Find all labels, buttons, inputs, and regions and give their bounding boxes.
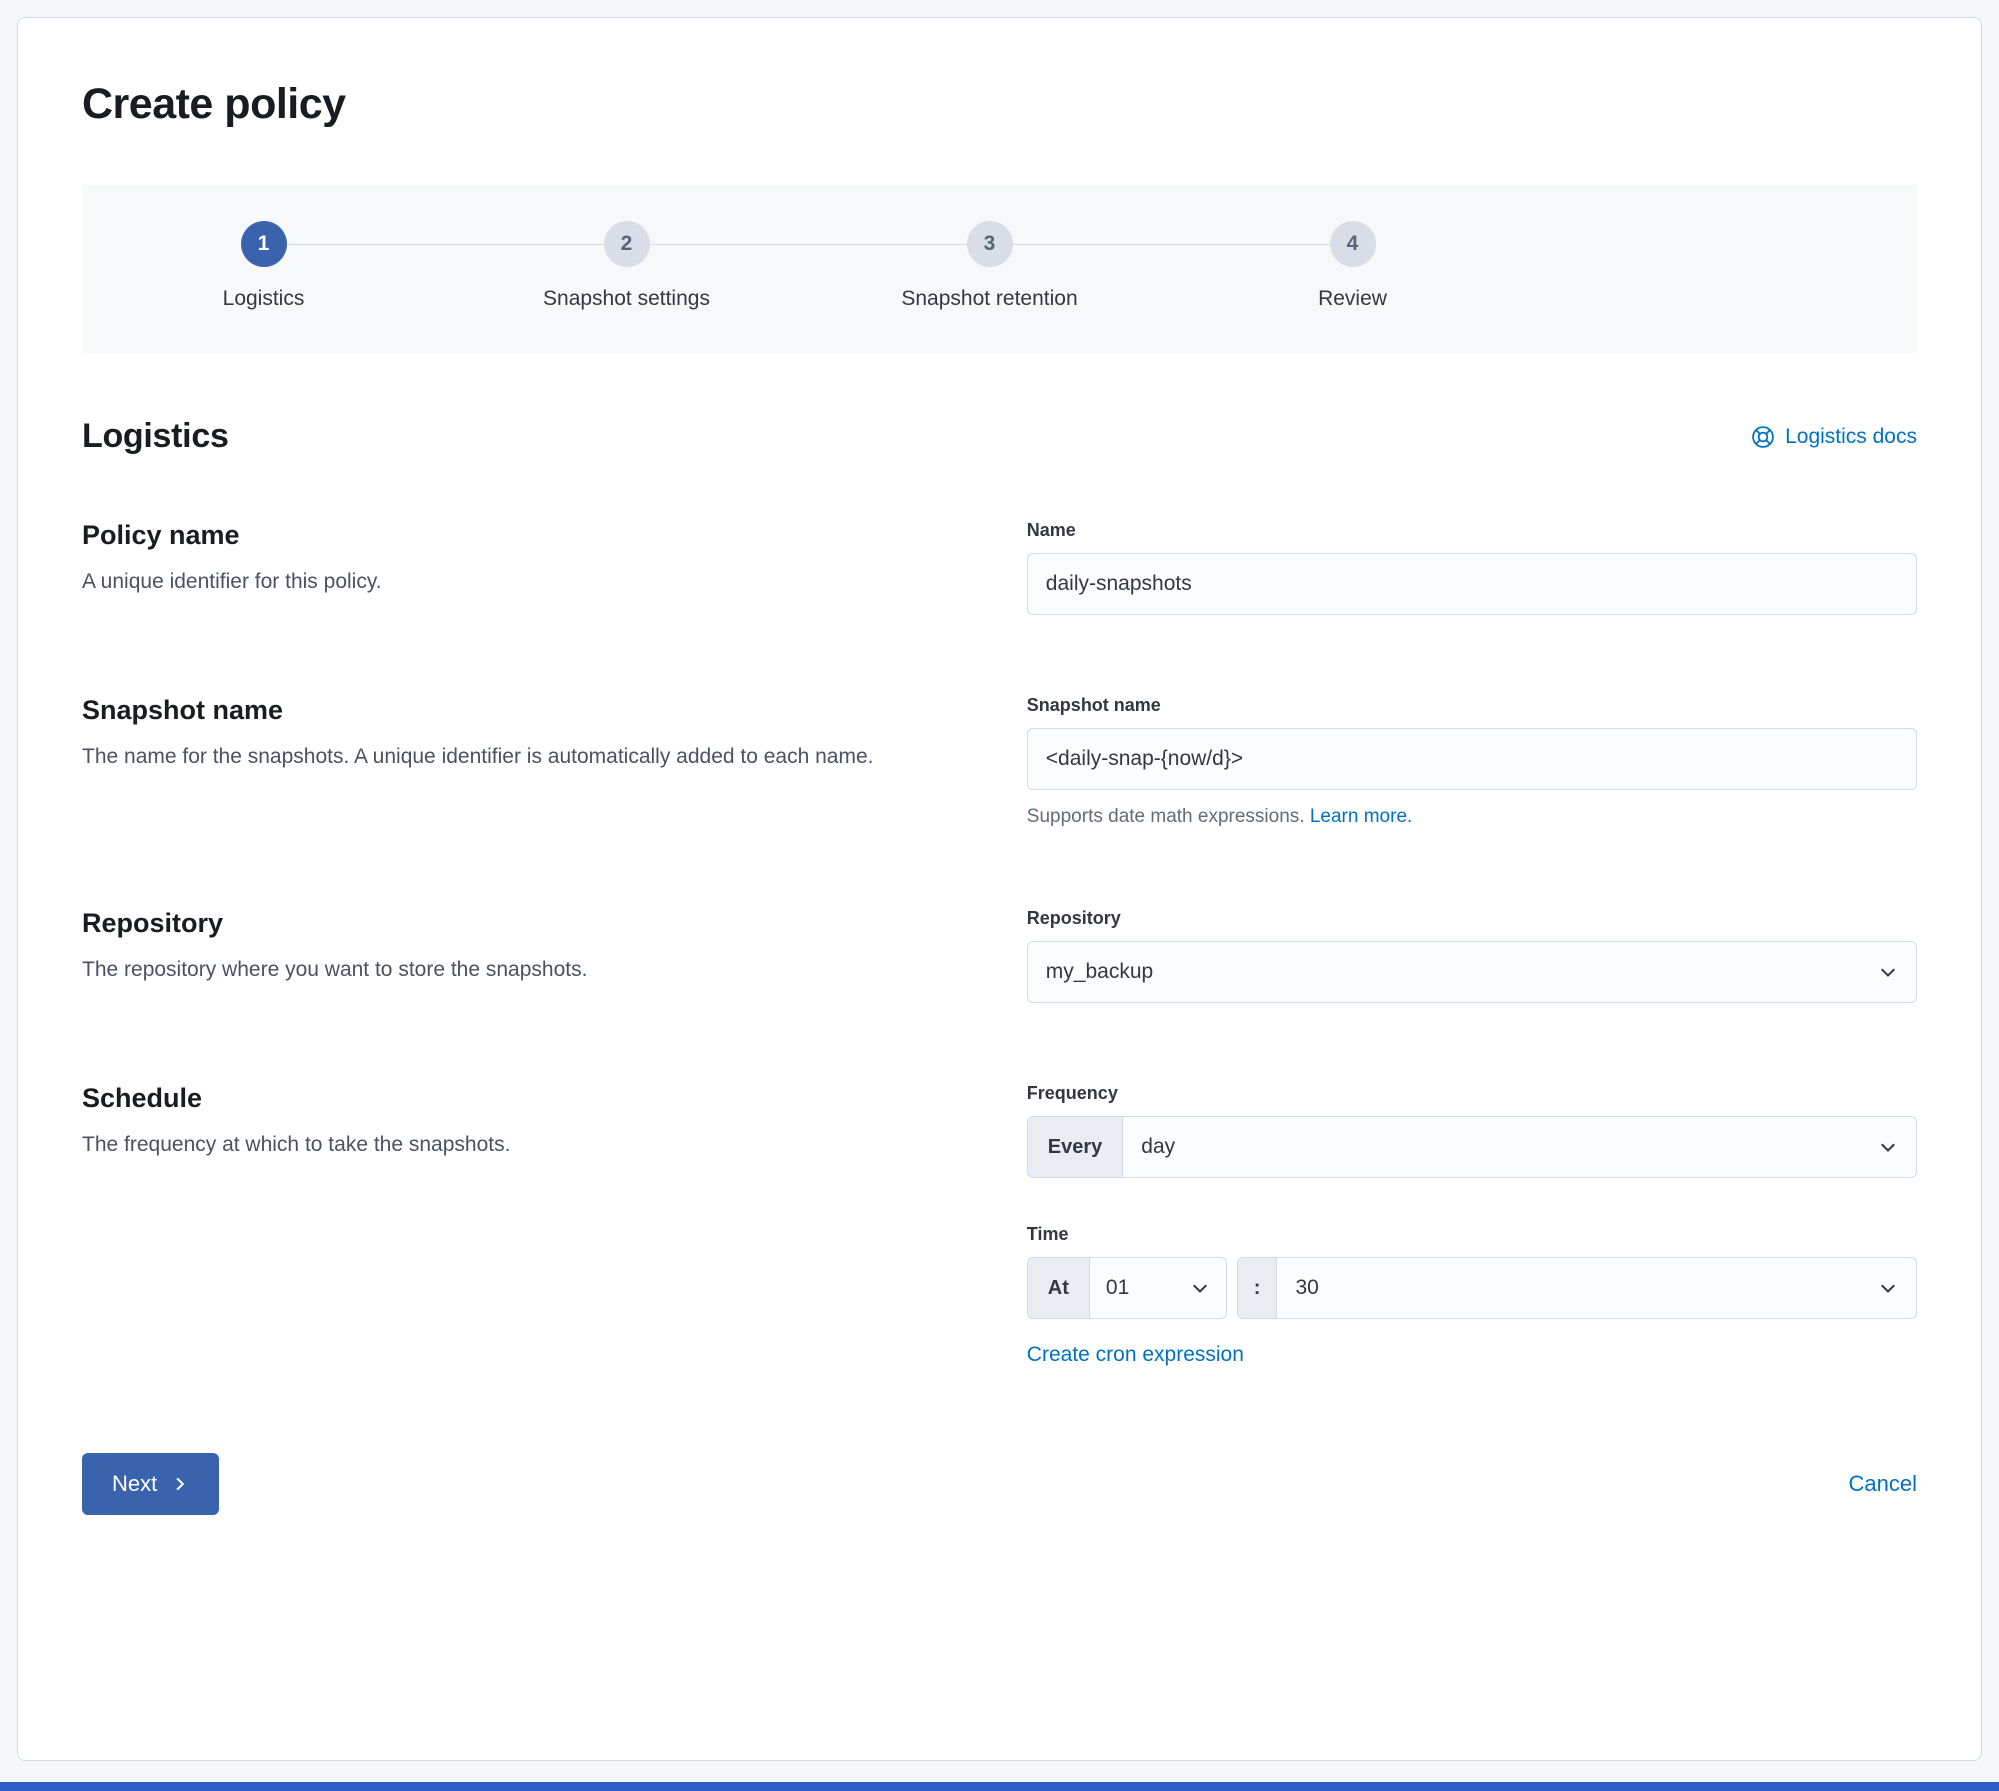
next-button-label: Next: [112, 1471, 158, 1496]
snapshot-name-help: Supports date math expressions. Learn mo…: [1027, 806, 1917, 828]
step-connector: [808, 243, 967, 245]
repository-row: Repository The repository where you want…: [82, 908, 1917, 1003]
step-track: 2: [445, 221, 808, 267]
frequency-prepend: Every: [1027, 1117, 1124, 1177]
step-number-badge: 2: [603, 221, 650, 267]
page-title: Create policy: [82, 80, 346, 128]
repository-field-label: Repository: [1026, 908, 1121, 928]
step-snapshot-retention[interactable]: 3 Snapshot retention: [808, 221, 1171, 311]
hour-select-value: 01: [1105, 1276, 1130, 1299]
time-row: At 01 : 30: [1026, 1257, 1917, 1319]
hour-select-inner: 01: [1090, 1276, 1226, 1300]
step-label: Logistics: [222, 287, 305, 310]
section-header: Logistics Logistics docs: [82, 417, 1917, 456]
schedule-row: Schedule The frequency at which to take …: [82, 1083, 1917, 1367]
repository-desc-text: The repository where you want to store t…: [82, 958, 588, 981]
step-review[interactable]: 4 Review: [1171, 221, 1534, 311]
step-snapshot-settings[interactable]: 2 Snapshot settings: [445, 221, 808, 311]
step-label: Snapshot settings: [543, 287, 710, 310]
schedule-heading: Schedule: [82, 1083, 203, 1113]
chevron-right-icon: [171, 1475, 189, 1493]
snapshot-name-fields: Snapshot name Supports date math express…: [1026, 695, 1917, 828]
section-title: Logistics: [82, 417, 229, 455]
snapshot-name-desc-text: The name for the snapshots. A unique ide…: [82, 745, 874, 768]
time-field-label: Time: [1026, 1224, 1069, 1244]
step-track: 3: [808, 221, 1171, 267]
snapshot-name-input[interactable]: [1027, 729, 1916, 789]
policy-name-input[interactable]: [1027, 554, 1916, 614]
hour-select[interactable]: At 01: [1026, 1257, 1227, 1319]
policy-name-row: Policy name A unique identifier for this…: [82, 520, 1917, 615]
step-number-badge: 1: [240, 221, 287, 267]
name-field-label: Name: [1026, 520, 1076, 540]
step-label: Snapshot retention: [901, 287, 1078, 310]
schedule-fields: Frequency Every day Time At 01: 30 Crea…: [1026, 1083, 1917, 1367]
cron-link-row: Create cron expression: [1027, 1343, 1917, 1367]
bottom-bar: [0, 1782, 1999, 1791]
page: Create policy 1 Logistics 2 Snapshot set…: [0, 0, 1999, 1782]
help-icon: [1751, 425, 1775, 449]
wizard-footer: Next Cancel: [82, 1453, 1917, 1515]
create-cron-expression-link[interactable]: Create cron expression: [1027, 1343, 1244, 1366]
step-connector: [1376, 244, 1535, 245]
repository-heading: Repository: [82, 908, 224, 938]
schedule-desc-text: The frequency at which to take the snaps…: [82, 1133, 511, 1156]
step-connector: [445, 243, 604, 245]
repository-description: Repository The repository where you want…: [82, 908, 963, 1003]
time-separator: :: [1237, 1258, 1278, 1318]
snapshot-name-input-control: [1026, 728, 1917, 790]
frequency-field-label: Frequency: [1026, 1083, 1118, 1103]
step-track: 4: [1171, 221, 1534, 267]
repository-select-value: my_backup: [1045, 960, 1154, 983]
create-policy-panel: Create policy 1 Logistics 2 Snapshot set…: [17, 17, 1982, 1761]
policy-name-desc-text: A unique identifier for this policy.: [82, 570, 382, 593]
cancel-link[interactable]: Cancel: [1849, 1471, 1917, 1497]
logistics-docs-link[interactable]: Logistics docs: [1751, 425, 1917, 449]
policy-name-description: Policy name A unique identifier for this…: [82, 520, 963, 615]
step-logistics[interactable]: 1 Logistics: [82, 221, 445, 311]
name-input-control: [1026, 553, 1917, 615]
snapshot-name-field-label: Snapshot name: [1026, 695, 1161, 715]
chevron-down-icon: [1190, 1278, 1210, 1298]
repository-select[interactable]: my_backup: [1026, 941, 1917, 1003]
frequency-select[interactable]: Every day: [1026, 1116, 1917, 1178]
minute-select[interactable]: : 30: [1236, 1257, 1917, 1319]
chevron-down-icon: [1878, 1137, 1916, 1157]
step-connector: [1012, 243, 1171, 245]
schedule-description: Schedule The frequency at which to take …: [82, 1083, 963, 1367]
snapshot-name-row: Snapshot name The name for the snapshots…: [82, 695, 1917, 828]
frequency-select-value: day: [1141, 1135, 1176, 1158]
learn-more-link[interactable]: Learn more.: [1310, 806, 1412, 827]
step-label: Review: [1318, 287, 1387, 310]
policy-name-heading: Policy name: [82, 520, 240, 550]
policy-name-fields: Name: [1026, 520, 1917, 615]
repository-fields: Repository my_backup: [1026, 908, 1917, 1003]
snapshot-name-description: Snapshot name The name for the snapshots…: [82, 695, 963, 828]
chevron-down-icon: [1878, 962, 1916, 982]
chevron-down-icon: [1878, 1278, 1916, 1298]
step-connector: [82, 244, 241, 245]
logistics-docs-label: Logistics docs: [1785, 424, 1917, 448]
step-number-badge: 4: [1329, 221, 1376, 267]
snapshot-name-help-text: Supports date math expressions.: [1026, 806, 1305, 827]
step-number-badge: 3: [966, 221, 1013, 267]
stepper: 1 Logistics 2 Snapshot settings 3 Snapsh…: [82, 185, 1917, 353]
snapshot-name-heading: Snapshot name: [82, 695, 284, 725]
minute-select-value: 30: [1295, 1276, 1319, 1299]
step-connector: [286, 243, 445, 245]
step-track: 1: [82, 221, 445, 267]
next-button[interactable]: Next: [82, 1453, 220, 1515]
time-prepend: At: [1027, 1258, 1090, 1318]
step-connector: [1171, 243, 1330, 245]
step-connector: [649, 243, 808, 245]
